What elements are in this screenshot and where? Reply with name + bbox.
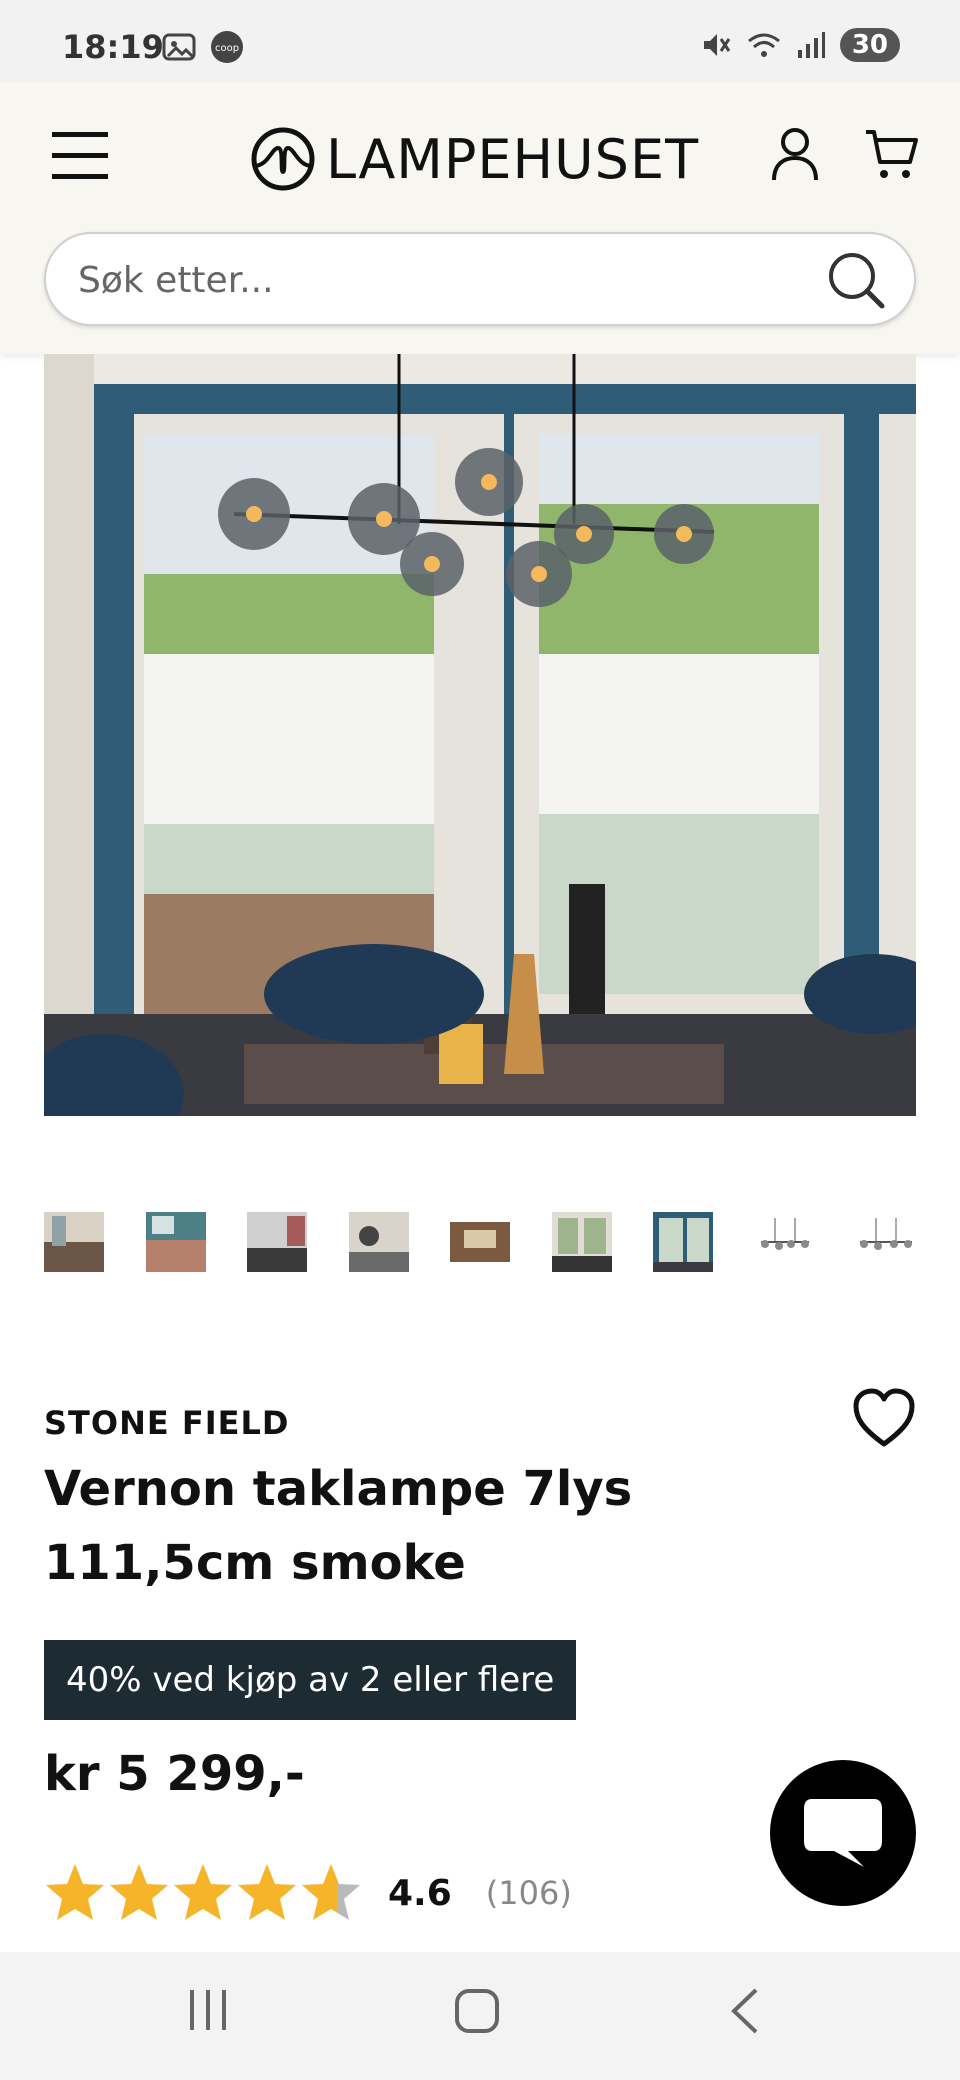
chat-bubble-icon: [804, 1799, 882, 1867]
thumbnail-6[interactable]: [551, 1212, 612, 1272]
thumbnail-strip: [44, 1212, 916, 1272]
battery-indicator: 30: [839, 28, 900, 62]
system-navigation-bar: [0, 1952, 960, 2080]
status-right-icons: 30: [700, 28, 900, 62]
product-title: Vernon taklampe 7lys 111,5cm smoke: [44, 1461, 633, 1591]
thumbnail-9[interactable]: [856, 1212, 916, 1272]
thumbnail-1[interactable]: [44, 1212, 104, 1272]
thumbnail-2[interactable]: [145, 1212, 206, 1272]
rating-stars-icon: [46, 1864, 360, 1920]
site-logo[interactable]: LAMPEHUSET: [250, 124, 699, 194]
thumbnail-5[interactable]: [450, 1212, 510, 1272]
status-time: 18:19: [62, 28, 164, 66]
logo-text: LAMPEHUSET: [326, 127, 700, 191]
signal-icon: [797, 32, 825, 58]
rating-count[interactable]: (106): [486, 1874, 572, 1912]
product-rating[interactable]: 4.6 (106): [44, 1862, 572, 1924]
home-icon[interactable]: [454, 1988, 500, 2034]
promo-badge: 40% ved kjøp av 2 eller flere: [44, 1640, 577, 1720]
thumbnail-4[interactable]: [348, 1212, 409, 1272]
recent-apps-icon[interactable]: [186, 1988, 230, 2032]
search-input[interactable]: [78, 250, 818, 310]
product-main-image[interactable]: [44, 354, 916, 1116]
search-bar: [44, 232, 916, 326]
gallery-icon: [162, 33, 196, 61]
account-icon[interactable]: [770, 126, 820, 182]
status-bar: 18:19 coop 30: [0, 0, 960, 82]
cart-icon[interactable]: [864, 126, 918, 182]
coop-app-icon: coop: [211, 31, 243, 63]
product-price: kr 5 299,-: [44, 1746, 305, 1802]
thumbnail-7[interactable]: [653, 1212, 713, 1272]
wifi-icon: [747, 33, 780, 57]
chat-button[interactable]: [770, 1760, 916, 1906]
rating-value: 4.6: [388, 1872, 452, 1914]
thumbnail-8[interactable]: [754, 1212, 815, 1272]
favorite-heart-icon[interactable]: [852, 1388, 916, 1448]
mute-icon: [703, 34, 731, 56]
product-brand[interactable]: STONE FIELD: [44, 1404, 289, 1442]
thumbnail-3[interactable]: [247, 1212, 307, 1272]
search-icon[interactable]: [826, 250, 886, 310]
svg-text:coop: coop: [215, 43, 239, 54]
menu-icon[interactable]: [52, 128, 108, 184]
status-left-icons: coop: [162, 30, 244, 64]
logo-mark-icon: [251, 127, 315, 191]
back-icon[interactable]: [730, 1988, 760, 2034]
site-header: LAMPEHUSET: [0, 82, 960, 354]
